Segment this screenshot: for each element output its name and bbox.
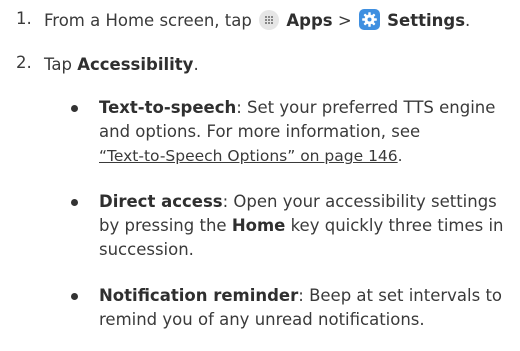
step-2-end: . [193,55,199,74]
bullet-1-term: Text-to-speech [99,98,237,117]
bullet-1-text-1: : Set your preferred TTS engine [236,98,496,117]
step-1-number: 1. [16,9,32,28]
bullet-1-end: . [397,147,403,165]
bullet-2-text-2b: key quickly three times in [290,216,504,235]
bullet-3-line-2: remind you of any unread notifications. [99,310,425,329]
apps-grid-icon [259,10,280,30]
document-page: 1. From a Home screen, tap Apps > Settin… [0,0,520,351]
step-2-lead: Tap [44,55,72,74]
step-1-text: From a Home screen, tap Apps > Settings. [44,9,470,33]
bullet-1-line-2: and options. For more information, see [99,122,421,141]
step-2-number: 2. [16,53,32,72]
home-key-label: Home [231,216,286,235]
separator: > [337,11,352,30]
bullet-2-line-2: by pressing the Home key quickly three t… [99,214,504,238]
bullet-3-term: Notification reminder [99,286,299,305]
accessibility-label: Accessibility [77,55,194,74]
bullet-dot [71,105,78,112]
bullet-3-line-1: Notification reminder: Beep at set inter… [99,284,502,308]
step-1-end: . [465,11,471,30]
bullet-dot [71,293,78,300]
settings-gear-icon [358,9,380,30]
bullet-2-line-1: Direct access: Open your accessibility s… [99,190,497,214]
settings-label: Settings [387,11,466,30]
bullet-2-text-2a: by pressing the [99,216,227,235]
bullet-2-line-3: succession. [99,240,194,259]
bullet-1-line-1: Text-to-speech: Set your preferred TTS e… [99,96,495,120]
bullet-3-text-1: : Beep at set intervals to [298,286,503,305]
bullet-2-text-1: : Open your accessibility settings [222,192,497,211]
bullet-dot [71,199,78,206]
step-1-lead: From a Home screen, tap [44,11,252,30]
bullet-2-term: Direct access [99,192,223,211]
apps-label: Apps [286,11,333,30]
bullet-1-line-3: “Text-to-Speech Options” on page 146. [99,144,403,168]
text-to-speech-options-link[interactable]: “Text-to-Speech Options” on page 146 [99,147,398,165]
step-2-text: Tap Accessibility. [44,53,199,77]
